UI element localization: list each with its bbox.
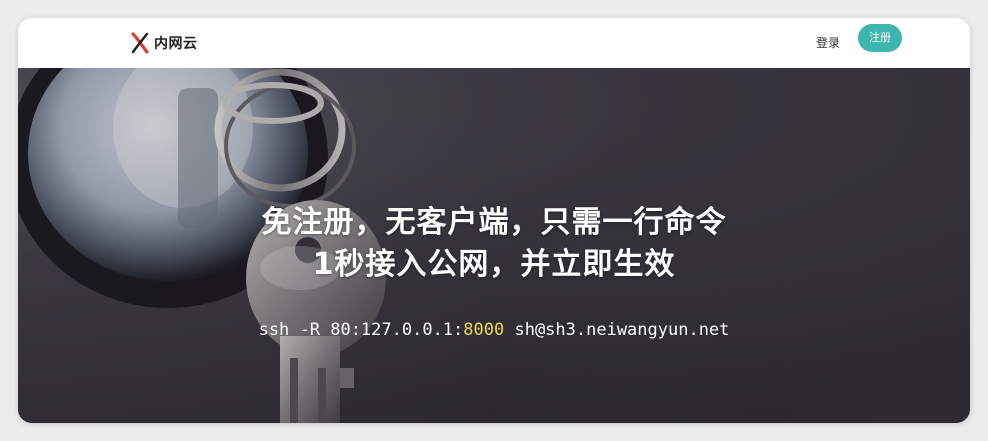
hero-title: 免注册，无客户端，只需一行命令 1秒接入公网，并立即生效 (18, 202, 970, 286)
command-port: 8000 (463, 320, 505, 340)
brand-name: 内网云 (154, 36, 198, 52)
command-prefix: ssh -R 80:127.0.0.1: (258, 320, 464, 340)
top-navbar: 内网云 登录 注册 (18, 18, 970, 68)
browser-window: 内网云 登录 注册 免注册，无客户端，只需一行命令 1秒接入公网，并立即生效 s… (18, 18, 970, 423)
command-suffix: sh@sh3.neiwangyun.net (504, 320, 730, 340)
login-link[interactable]: 登录 (816, 28, 840, 58)
x-logo-icon (131, 32, 149, 54)
hero-title-line-1: 免注册，无客户端，只需一行命令 (261, 205, 727, 240)
hero-title-line-2: 1秒接入公网，并立即生效 (312, 247, 676, 282)
ssh-command[interactable]: ssh -R 80:127.0.0.1:8000 sh@sh3.neiwangy… (18, 320, 970, 340)
register-button[interactable]: 注册 (858, 24, 902, 52)
hero-banner: 免注册，无客户端，只需一行命令 1秒接入公网，并立即生效 ssh -R 80:1… (18, 68, 970, 423)
brand-logo[interactable]: 内网云 (130, 30, 198, 56)
